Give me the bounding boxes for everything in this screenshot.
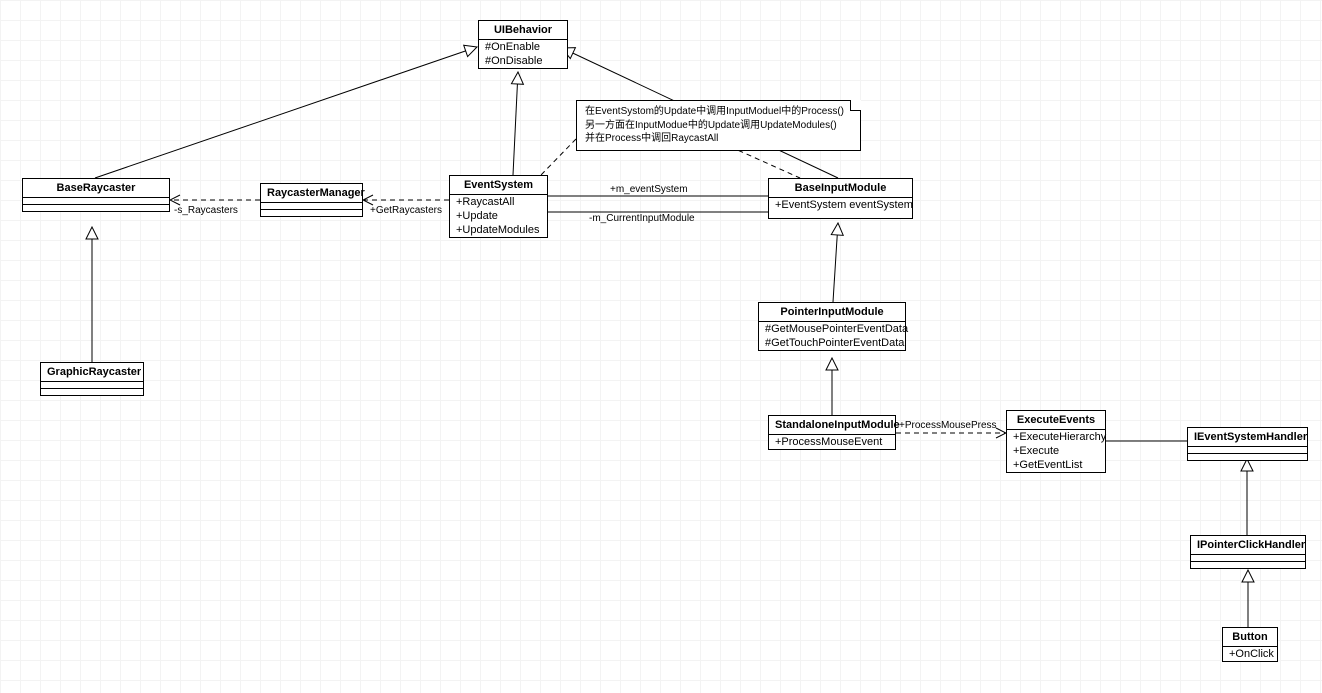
class-raycastermanager: RaycasterManager xyxy=(260,183,363,217)
class-baseraycaster: BaseRaycaster xyxy=(22,178,170,212)
note-fold-icon xyxy=(850,100,861,111)
class-uibehavior: UIBehavior #OnEnable #OnDisable xyxy=(478,20,568,69)
class-title: StandaloneInputModule xyxy=(769,416,895,435)
class-title: Button xyxy=(1223,628,1277,647)
label-mcurrentinputmodule: -m_CurrentInputModule xyxy=(589,213,695,224)
class-title: UIBehavior xyxy=(479,21,567,40)
class-executeevents: ExecuteEvents +ExecuteHierarchy +Execute… xyxy=(1006,410,1106,473)
class-title: IEventSystemHandler xyxy=(1188,428,1307,447)
class-title: PointerInputModule xyxy=(759,303,905,322)
label-meventsystem: +m_eventSystem xyxy=(610,184,688,195)
class-standaloneinputmodule: StandaloneInputModule +ProcessMouseEvent xyxy=(768,415,896,450)
class-ipointerclickhandler: IPointerClickHandler xyxy=(1190,535,1306,569)
class-title: BaseInputModule xyxy=(769,179,912,198)
class-pointerinputmodule: PointerInputModule #GetMousePointerEvent… xyxy=(758,302,906,351)
uml-canvas: UIBehavior #OnEnable #OnDisable 在EventSy… xyxy=(0,0,1322,693)
class-title: GraphicRaycaster xyxy=(41,363,143,382)
class-title: EventSystem xyxy=(450,176,547,195)
note: 在EventSystom的Update中调用InputModuel中的Proce… xyxy=(576,100,861,151)
class-title: IPointerClickHandler xyxy=(1191,536,1305,555)
class-baseinputmodule: BaseInputModule +EventSystem eventSystem xyxy=(768,178,913,219)
class-ieventsystemhandler: IEventSystemHandler xyxy=(1187,427,1308,461)
class-title: RaycasterManager xyxy=(261,184,362,203)
class-graphicraycaster: GraphicRaycaster xyxy=(40,362,144,396)
label-processmousepress: +ProcessMousePress xyxy=(899,420,997,431)
label-getraycasters: +GetRaycasters xyxy=(370,205,442,216)
class-title: BaseRaycaster xyxy=(23,179,169,198)
label-sraycasters: -s_Raycasters xyxy=(174,205,238,216)
class-title: ExecuteEvents xyxy=(1007,411,1105,430)
class-eventsystem: EventSystem +RaycastAll +Update +UpdateM… xyxy=(449,175,548,238)
class-button: Button +OnClick xyxy=(1222,627,1278,662)
